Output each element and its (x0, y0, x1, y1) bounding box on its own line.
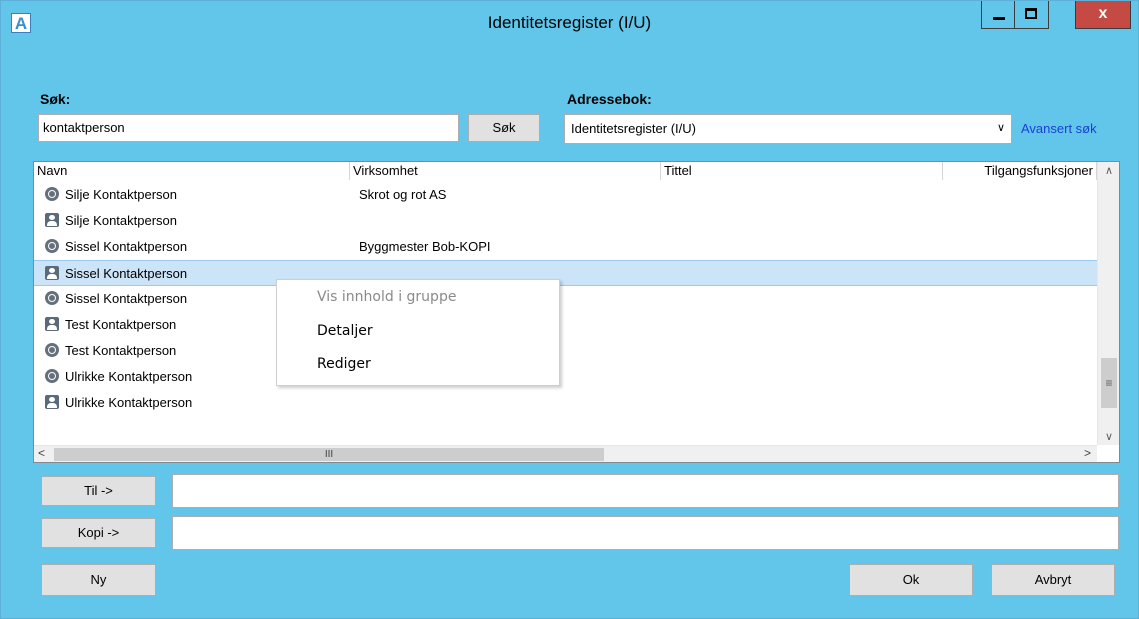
contact-name: Test Kontaktperson (65, 317, 177, 332)
column-header-company[interactable]: Virksomhet (350, 162, 661, 180)
horizontal-scroll-thumb[interactable]: III (54, 448, 604, 461)
addressbook-select[interactable]: Identitetsregister (I/U) ∨ (564, 114, 1012, 144)
table-row[interactable]: person-icon Sissel Kontaktperson (34, 260, 1097, 286)
globe-icon: globe-icon (45, 291, 59, 305)
horizontal-scrollbar[interactable]: < III > (34, 445, 1097, 462)
contact-company: Byggmester Bob-KOPI (359, 239, 491, 254)
title-bar[interactable]: A Identitetsregister (I/U) x (1, 1, 1138, 45)
column-header-access[interactable]: Tilgangsfunksjoner (943, 162, 1097, 180)
person-icon: person-icon (45, 266, 59, 280)
table-row[interactable]: globe-icon Sissel Kontaktperson Byggmester… (34, 234, 1097, 260)
cc-field[interactable] (172, 516, 1119, 550)
globe-icon: globe-icon (45, 239, 59, 253)
column-header-name[interactable]: Navn (34, 162, 350, 180)
globe-icon: globe-icon (45, 187, 59, 201)
table-row[interactable]: globe-icon Sissel Kontaktperson (34, 286, 1097, 312)
advanced-search-link[interactable]: Avansert søk (1021, 121, 1097, 136)
table-row[interactable]: person-icon Ulrikke Kontaktperson (34, 390, 1097, 416)
minimize-icon (993, 17, 1005, 20)
context-menu: Vis innhold i gruppe Detaljer Rediger (276, 279, 560, 386)
vertical-scroll-thumb[interactable]: ≡ (1101, 358, 1117, 408)
addressbook-label: Adressebok: (567, 91, 652, 107)
addressbook-selected: Identitetsregister (I/U) (571, 121, 696, 136)
contact-name: Ulrikke Kontaktperson (65, 395, 193, 410)
contact-name: Test Kontaktperson (65, 343, 177, 358)
person-icon: person-icon (45, 395, 59, 409)
globe-icon: globe-icon (45, 343, 59, 357)
scroll-right-icon[interactable]: > (1084, 446, 1091, 460)
cc-button[interactable]: Kopi -> (41, 518, 156, 548)
to-field[interactable] (172, 474, 1119, 508)
ok-button[interactable]: Ok (849, 564, 973, 596)
menu-item-show-group-content: Vis innhold i gruppe (317, 289, 457, 305)
search-button[interactable]: Søk (468, 114, 540, 142)
contact-name: Sissel Kontaktperson (65, 266, 188, 281)
minimize-button[interactable] (981, 1, 1015, 29)
table-row[interactable]: globe-icon Silje Kontaktperson Skrot og ro… (34, 182, 1097, 208)
scroll-up-icon[interactable]: ∧ (1098, 164, 1119, 177)
table-row[interactable]: person-icon Test Kontaktperson (34, 312, 1097, 338)
person-icon: person-icon (45, 213, 59, 227)
column-header-title[interactable]: Tittel (661, 162, 943, 180)
window-title: Identitetsregister (I/U) (487, 13, 652, 32)
contact-name: Sissel Kontaktperson (65, 291, 188, 306)
to-button[interactable]: Til -> (41, 476, 156, 506)
scroll-down-icon[interactable]: ∨ (1098, 430, 1119, 443)
contacts-list[interactable]: Navn Virksomhet Tittel Tilgangsfunksjone… (33, 161, 1120, 463)
table-row[interactable]: person-icon Silje Kontaktperson (34, 208, 1097, 234)
search-input[interactable]: kontaktperson (38, 114, 459, 142)
close-icon: x (1098, 5, 1108, 22)
contact-name: Sissel Kontaktperson (65, 239, 188, 254)
cancel-button[interactable]: Avbryt (991, 564, 1115, 596)
new-button[interactable]: Ny (41, 564, 156, 596)
maximize-icon (1025, 8, 1037, 19)
person-icon: person-icon (45, 317, 59, 331)
menu-item-details[interactable]: Detaljer (317, 323, 373, 339)
table-row[interactable]: globe-icon Test Kontaktperson (34, 338, 1097, 364)
vertical-scrollbar[interactable]: ∧ ≡ ∨ (1097, 162, 1119, 445)
scroll-left-icon[interactable]: < (38, 446, 45, 460)
table-row[interactable]: globe-iconUlrikke KontaktpersonThe World… (34, 364, 1097, 390)
close-button[interactable]: x (1075, 1, 1131, 29)
globe-icon: globe-icon (45, 369, 59, 383)
menu-item-edit[interactable]: Rediger (317, 356, 371, 372)
maximize-button[interactable] (1015, 1, 1049, 29)
contact-name: Silje Kontaktperson (65, 213, 178, 228)
contact-name: Silje Kontaktperson (65, 187, 178, 202)
chevron-down-icon: ∨ (996, 122, 1005, 134)
contact-company: Skrot og rot AS (359, 187, 447, 202)
contact-name: Ulrikke Kontaktperson (65, 369, 193, 384)
search-label: Søk: (40, 91, 71, 107)
